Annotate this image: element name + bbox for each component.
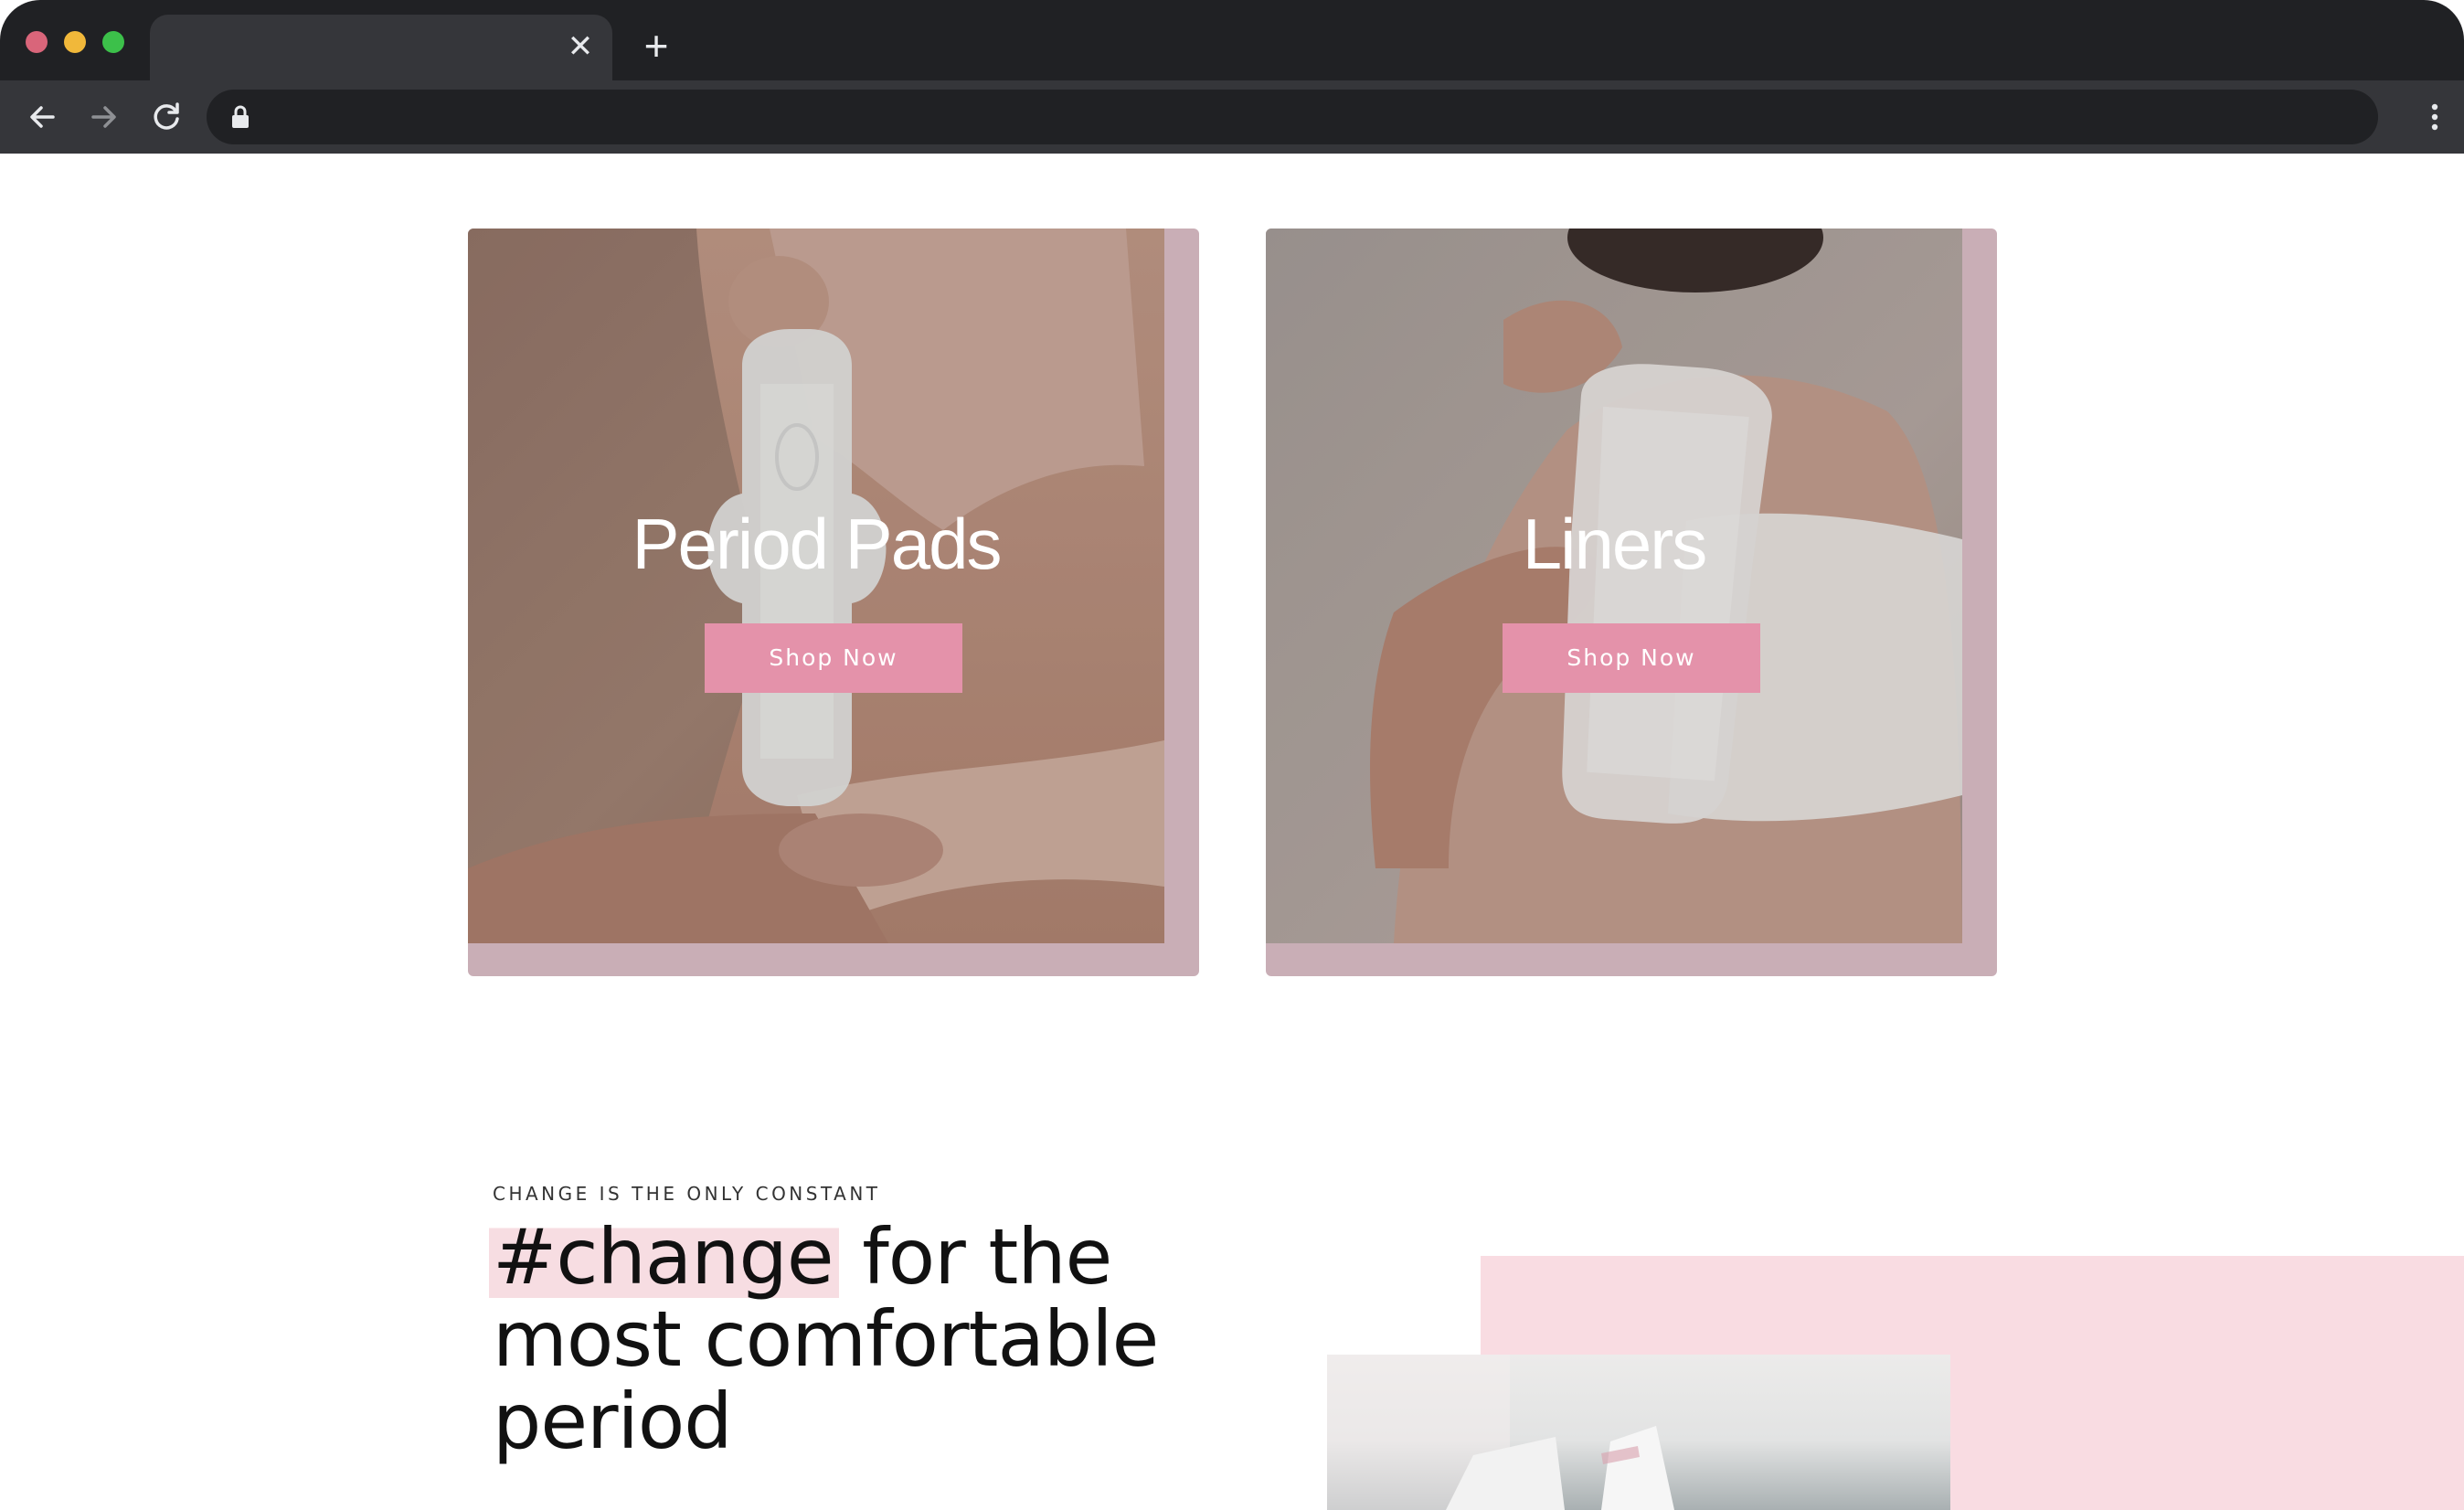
lock-icon — [232, 105, 249, 128]
window-close-dot[interactable] — [26, 31, 48, 53]
headline-line2: most comfortable — [493, 1294, 1159, 1384]
back-arrow-icon[interactable] — [22, 97, 62, 137]
kebab-menu-icon[interactable] — [2424, 95, 2446, 139]
section-headline: #change for the most comfortable period — [489, 1212, 1315, 1462]
browser-tab[interactable]: ✕ — [150, 15, 612, 80]
headline-line1-rest: for the — [838, 1212, 1112, 1302]
browser-chrome: ✕ + — [0, 0, 2464, 154]
liners-photo — [1266, 229, 1962, 943]
product-photo — [1327, 1355, 1950, 1510]
category-card-period-pads[interactable]: Period Pads Shop Now — [468, 229, 1199, 976]
new-tab-icon[interactable]: + — [638, 25, 674, 67]
shop-now-button[interactable]: Shop Now — [1503, 623, 1760, 693]
headline-highlight: #change — [489, 1212, 839, 1302]
address-bar[interactable] — [207, 90, 2378, 144]
browser-toolbar — [0, 80, 2464, 154]
period-pads-photo — [468, 229, 1164, 943]
section-kicker: CHANGE IS THE ONLY CONSTANT — [493, 1183, 881, 1205]
reload-icon[interactable] — [146, 97, 186, 137]
window-minimize-dot[interactable] — [64, 31, 86, 53]
shop-now-button[interactable]: Shop Now — [705, 623, 962, 693]
forward-arrow-icon[interactable] — [84, 97, 124, 137]
category-card-liners[interactable]: Liners Shop Now — [1266, 229, 1997, 976]
headline-line3: period — [493, 1377, 733, 1466]
tab-close-icon[interactable]: ✕ — [565, 31, 596, 62]
window-zoom-dot[interactable] — [102, 31, 124, 53]
card-title: Liners — [1522, 504, 1707, 584]
card-title: Period Pads — [632, 504, 1003, 584]
page-content: Period Pads Shop Now Liners Shop Now CHA… — [0, 154, 2464, 1510]
